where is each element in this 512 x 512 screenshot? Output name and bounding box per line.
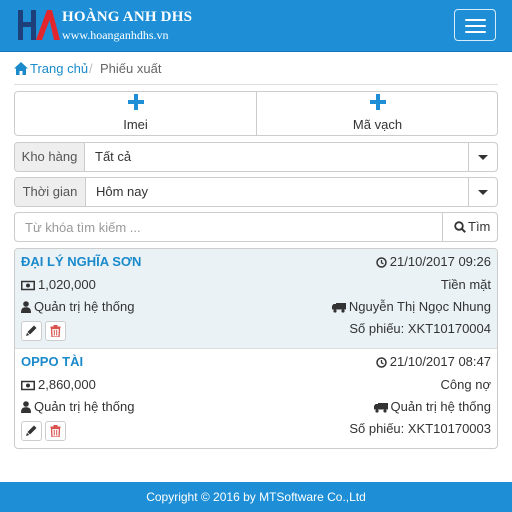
breadcrumb-home-label: Trang chủ xyxy=(30,61,89,76)
copyright-text: Copyright © 2016 by MTSoftware Co.,Ltd xyxy=(146,490,366,504)
slip-number: Số phiếu: XKT10170004 xyxy=(349,321,491,336)
time-dropdown-toggle[interactable] xyxy=(468,178,497,206)
plus-icon xyxy=(369,94,386,110)
truck-icon xyxy=(331,303,346,313)
user-icon xyxy=(21,301,31,313)
export-slip-list: ĐẠI LÝ NGHĨA SƠN 21/10/2017 09:26 1,020,… xyxy=(14,248,498,449)
company-logo[interactable] xyxy=(16,8,60,42)
user-icon xyxy=(21,401,31,413)
slip-creator: Quản trị hệ thống xyxy=(21,299,134,314)
barcode-scan-label: Mã vạch xyxy=(352,117,403,132)
slip-datetime: 21/10/2017 09:26 xyxy=(376,254,491,269)
brand-name: HOÀNG ANH DHS xyxy=(62,9,193,25)
search-button[interactable]: Tìm xyxy=(442,213,498,241)
slip-shipper: Quản trị hệ thống xyxy=(373,399,491,414)
payment-method: Tiền mặt xyxy=(440,277,491,292)
truck-icon xyxy=(373,403,388,413)
slip-datetime: 21/10/2017 08:47 xyxy=(376,354,491,369)
pencil-icon xyxy=(26,425,37,436)
footer: Copyright © 2016 by MTSoftware Co.,Ltd xyxy=(0,482,512,512)
customer-name[interactable]: OPPO TÀI xyxy=(21,354,83,369)
payment-method: Công nợ xyxy=(440,377,491,392)
barcode-scan-button[interactable]: Mã vạch xyxy=(257,92,498,135)
home-icon xyxy=(14,62,28,75)
clock-icon xyxy=(376,257,387,268)
slip-creator: Quản trị hệ thống xyxy=(21,399,134,414)
imei-scan-label: Imei xyxy=(123,117,148,132)
search-bar: Tìm xyxy=(14,212,498,242)
money-icon xyxy=(21,280,35,291)
money-icon xyxy=(21,380,35,391)
edit-button[interactable] xyxy=(21,421,42,441)
plus-icon xyxy=(127,94,144,110)
clock-icon xyxy=(376,357,387,368)
breadcrumb-current: Phiếu xuất xyxy=(100,61,162,76)
time-filter: Thời gian Hôm nay xyxy=(14,177,498,207)
breadcrumb-home-link[interactable]: Trang chủ xyxy=(14,61,88,76)
trash-icon xyxy=(50,325,61,337)
delete-button[interactable] xyxy=(45,321,66,341)
slip-amount: 2,860,000 xyxy=(21,377,96,392)
slip-number: Số phiếu: XKT10170003 xyxy=(349,421,491,436)
time-select[interactable]: Hôm nay xyxy=(96,178,148,206)
slip-amount: 1,020,000 xyxy=(21,277,96,292)
time-filter-label: Thời gian xyxy=(15,178,86,206)
hamburger-menu-button[interactable] xyxy=(454,9,496,41)
search-input[interactable] xyxy=(15,213,441,241)
warehouse-filter: Kho hàng Tất cả xyxy=(14,142,498,172)
caret-down-icon xyxy=(478,190,488,195)
top-navbar: HOÀNG ANH DHS www.hoanganhdhs.vn xyxy=(0,0,512,52)
warehouse-filter-label: Kho hàng xyxy=(15,143,85,171)
breadcrumb: Trang chủ / Phiếu xuất xyxy=(14,60,498,85)
delete-button[interactable] xyxy=(45,421,66,441)
scan-button-group: Imei Mã vạch xyxy=(14,91,498,136)
edit-button[interactable] xyxy=(21,321,42,341)
slip-shipper: Nguyễn Thị Ngọc Nhung xyxy=(331,299,491,314)
search-icon xyxy=(454,221,466,233)
hamburger-icon xyxy=(465,19,486,21)
pencil-icon xyxy=(26,325,37,336)
list-item[interactable]: ĐẠI LÝ NGHĨA SƠN 21/10/2017 09:26 1,020,… xyxy=(15,249,497,348)
trash-icon xyxy=(50,425,61,437)
caret-down-icon xyxy=(478,155,488,160)
breadcrumb-separator: / xyxy=(89,61,93,76)
warehouse-dropdown-toggle[interactable] xyxy=(468,143,497,171)
warehouse-select[interactable]: Tất cả xyxy=(95,143,131,171)
brand-website: www.hoanganhdhs.vn xyxy=(62,28,169,42)
customer-name[interactable]: ĐẠI LÝ NGHĨA SƠN xyxy=(21,254,141,269)
search-button-label: Tìm xyxy=(468,219,491,234)
imei-scan-button[interactable]: Imei xyxy=(15,92,256,135)
list-item[interactable]: OPPO TÀI 21/10/2017 08:47 2,860,000 Công… xyxy=(15,348,497,448)
